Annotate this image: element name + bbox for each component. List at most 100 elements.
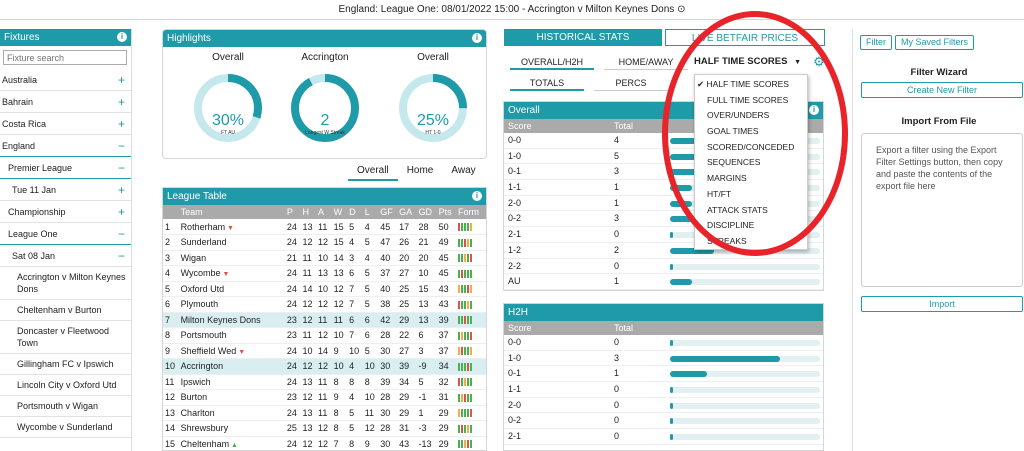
- form-indicator: [467, 440, 470, 449]
- table-cell: Charlton: [178, 405, 285, 421]
- form-indicator: [470, 316, 473, 325]
- cell-value: 40: [380, 283, 391, 294]
- expand-toggle-icon[interactable]: +: [118, 91, 125, 113]
- expand-toggle-icon[interactable]: −: [118, 135, 125, 157]
- cell-value: 27: [399, 345, 410, 356]
- fixture-match[interactable]: Wycombe v Sunderland: [0, 417, 131, 438]
- table-row[interactable]: 6 Plymouth 24 12 12 12 7 5 38 25 13 43: [163, 296, 486, 313]
- table-row[interactable]: 10 Accrington 24 12 12 10 4 10 30 39 -9 34: [163, 358, 486, 375]
- table-row[interactable]: 11 Ipswich 24 13 11 8 8 8 39 34 5 32: [163, 374, 486, 390]
- expand-toggle-icon[interactable]: +: [118, 201, 125, 223]
- tab-home[interactable]: Home: [398, 163, 443, 181]
- gauge-label: Overall: [417, 52, 449, 63]
- form-indicator: [458, 362, 461, 371]
- table-row[interactable]: 8 Portsmouth 23 11 12 10 7 6 28 22 6 37: [163, 327, 486, 344]
- info-icon[interactable]: i: [117, 32, 127, 42]
- tab-historical-stats[interactable]: HISTORICAL STATS: [504, 29, 662, 46]
- info-icon[interactable]: i: [472, 33, 482, 43]
- league-item[interactable]: League One −: [0, 223, 131, 245]
- cell-value: 42: [380, 314, 391, 325]
- fixture-match[interactable]: Portsmouth v Wigan: [0, 396, 131, 417]
- table-cell: Plymouth: [178, 296, 285, 313]
- table-row[interactable]: 1 Rotherham ▼ 24 13 11 15 5 4 45 17 28 50: [163, 219, 486, 235]
- table-cell: 21: [416, 234, 437, 251]
- cell-value: 10: [333, 361, 344, 372]
- league-table-header: League Table i: [163, 188, 486, 205]
- table-row[interactable]: 13 Charlton 24 13 11 8 5 11 30 29 1 29: [163, 405, 486, 421]
- cell-value: Wigan: [180, 252, 207, 263]
- fixture-search-input[interactable]: [3, 50, 127, 65]
- table-cell: 28: [416, 219, 437, 235]
- stat-bar-fill: [670, 263, 673, 270]
- country-item[interactable]: Costa Rica +: [0, 113, 131, 135]
- table-cell: 13: [331, 265, 348, 282]
- cell-value: 37: [380, 268, 391, 279]
- table-cell: 17: [397, 219, 417, 235]
- tab-overall-h2h[interactable]: OVERALL/H2H: [510, 54, 594, 70]
- table-row[interactable]: 15 Cheltenham ▲ 24 12 12 7 8 9 30 43 -13 29: [163, 436, 486, 450]
- country-item[interactable]: England −: [0, 135, 131, 157]
- table-cell: Sunderland: [178, 234, 285, 251]
- tab-totals[interactable]: TOTALS: [510, 75, 584, 91]
- stat-score: AU: [508, 276, 521, 287]
- table-row[interactable]: 4 Wycombe ▼ 24 11 13 13 6 5 37 27 10 45: [163, 265, 486, 282]
- table-cell: 12: [316, 436, 332, 450]
- tab-overall[interactable]: Overall: [348, 163, 398, 181]
- league-item[interactable]: Tue 11 Jan +: [0, 179, 131, 201]
- fixture-match[interactable]: Accrington v Milton Keynes Dons: [0, 267, 131, 300]
- form-indicator: [458, 331, 461, 340]
- table-cell: 8: [331, 420, 348, 437]
- tab-percs[interactable]: PERCS: [594, 75, 668, 91]
- stat-bar: [670, 355, 820, 362]
- table-row[interactable]: 7 Milton Keynes Dons 23 12 11 11 6 6 42 29 13 39: [163, 312, 486, 328]
- form-indicator: [461, 223, 464, 232]
- table-cell: 9: [331, 343, 348, 359]
- fixture-match[interactable]: Gillingham FC v Ipswich: [0, 354, 131, 375]
- fixture-match[interactable]: Lincoln City v Oxford Utd: [0, 375, 131, 396]
- info-icon[interactable]: i: [472, 191, 482, 201]
- stat-score: 0-1: [508, 368, 522, 379]
- expand-toggle-icon[interactable]: +: [118, 113, 125, 135]
- expand-toggle-icon[interactable]: +: [118, 179, 125, 201]
- table-row[interactable]: 12 Burton 23 12 11 9 4 10 28 29 -1 31: [163, 389, 486, 406]
- league-item[interactable]: Championship +: [0, 201, 131, 223]
- table-cell: 10: [331, 358, 348, 375]
- league-item[interactable]: Sat 08 Jan −: [0, 245, 131, 267]
- cell-value: 9: [364, 438, 370, 449]
- country-item[interactable]: Australia +: [0, 69, 131, 91]
- fixture-match[interactable]: Cheltenham v Burton: [0, 300, 131, 321]
- league-item[interactable]: Premier League −: [0, 157, 131, 179]
- table-cell: 12: [300, 312, 317, 328]
- expand-toggle-icon[interactable]: −: [118, 223, 125, 245]
- table-row[interactable]: 3 Wigan 21 11 10 14 3 4 40 20 20 45: [163, 250, 486, 266]
- form-indicator: [464, 378, 467, 387]
- table-row[interactable]: 2 Sunderland 24 12 12 15 4 5 47 26 21 49: [163, 234, 486, 251]
- cell-value: 3: [349, 252, 355, 263]
- fixture-match[interactable]: Doncaster v Fleetwood Town: [0, 321, 131, 354]
- cell-value: 30: [380, 407, 391, 418]
- gauge-label: Accrington: [301, 52, 349, 63]
- cell-value: 17: [399, 221, 410, 232]
- expand-toggle-icon[interactable]: +: [118, 69, 125, 91]
- table-cell: Ipswich: [178, 374, 285, 390]
- form-indicator: [458, 254, 461, 263]
- cell-value: Sunderland: [180, 237, 227, 248]
- tab-my-saved-filters[interactable]: My Saved Filters: [895, 35, 974, 50]
- stat-row: 0-0 0: [504, 335, 823, 351]
- import-button[interactable]: Import: [861, 296, 1023, 312]
- table-cell: 45: [436, 250, 457, 266]
- table-row[interactable]: 5 Oxford Utd 24 14 10 12 7 5 40 25 15 43: [163, 281, 486, 297]
- expand-toggle-icon[interactable]: −: [118, 245, 125, 267]
- table-row[interactable]: 14 Shrewsbury 25 13 12 8 5 12 28 31 -3 29: [163, 420, 486, 437]
- tab-away[interactable]: Away: [442, 163, 484, 181]
- create-new-filter-button[interactable]: Create New Filter: [861, 82, 1023, 98]
- stat-total: 0: [614, 431, 620, 442]
- table-header-cell: D: [347, 205, 363, 219]
- expand-toggle-icon[interactable]: −: [118, 157, 125, 179]
- import-textarea[interactable]: Export a filter using the Export Filter …: [861, 133, 1023, 287]
- tab-filter[interactable]: Filter: [860, 35, 892, 50]
- cell-value: 24: [286, 237, 297, 248]
- table-row[interactable]: 9 Sheffield Wed ▼ 24 10 14 9 10 5 30 27 3 37: [163, 343, 486, 359]
- country-item[interactable]: Bahrain +: [0, 91, 131, 113]
- form-indicator: [458, 300, 461, 309]
